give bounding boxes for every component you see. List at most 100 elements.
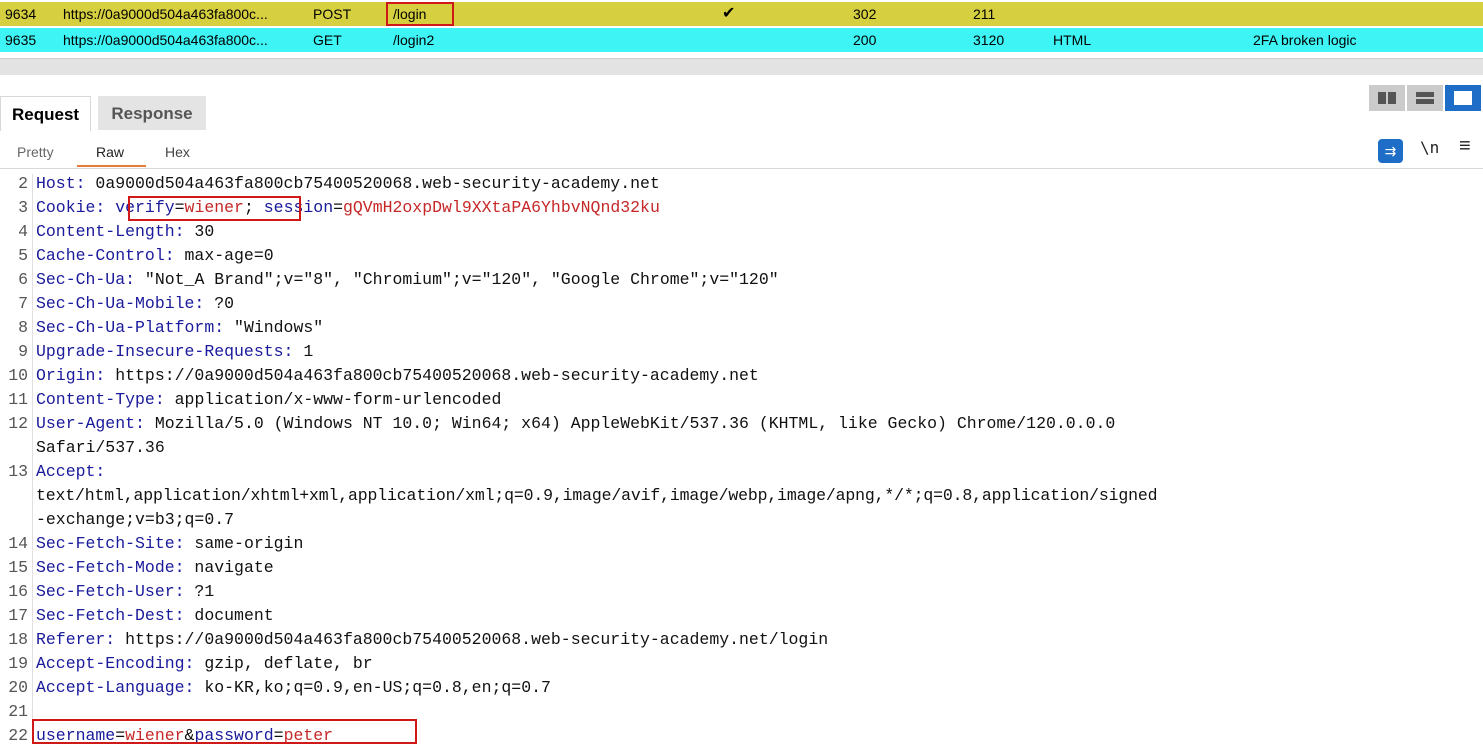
code-line: 10 Origin: https://0a9000d504a463fa800cb…: [0, 366, 1483, 390]
code-line: 15 Sec-Fetch-Mode: navigate: [0, 558, 1483, 582]
line-number: 20: [8, 678, 28, 697]
header-value: 0a9000d504a463fa800cb75400520068.web-sec…: [85, 174, 660, 193]
line-number: 11: [8, 390, 28, 409]
show-newlines-button[interactable]: \n: [1420, 138, 1439, 157]
header-value: "Windows": [224, 318, 324, 337]
line-number: 16: [8, 582, 28, 601]
code-line: 9 Upgrade-Insecure-Requests: 1: [0, 342, 1483, 366]
menu-icon[interactable]: ≡: [1459, 135, 1471, 158]
line-number: 17: [8, 606, 28, 625]
pane-splitter[interactable]: [0, 58, 1483, 75]
row-path: /login2: [393, 32, 435, 48]
subtab-pretty[interactable]: Pretty: [17, 144, 54, 160]
line-number: 5: [18, 246, 28, 265]
header-value: text/html,application/xhtml+xml,applicat…: [36, 486, 1158, 505]
line-number: 21: [8, 702, 28, 721]
row-length: 211: [973, 6, 996, 22]
line-number: 19: [8, 654, 28, 673]
header-value: 1: [293, 342, 314, 361]
header-key: Cookie:: [36, 198, 106, 217]
header-key: Host:: [36, 174, 86, 193]
header-value: "Not_A Brand";v="8", "Chromium";v="120",…: [135, 270, 779, 289]
code-line: 20 Accept-Language: ko-KR,ko;q=0.9,en-US…: [0, 678, 1483, 702]
subtab-raw[interactable]: Raw: [96, 144, 124, 160]
header-value: max-age=0: [174, 246, 274, 265]
cookie-eq: =: [333, 198, 343, 217]
row-method: POST: [313, 6, 352, 22]
header-value: ?0: [204, 294, 235, 313]
code-line: 2 Host: 0a9000d504a463fa800cb75400520068…: [0, 174, 1483, 198]
history-row-9634[interactable]: 9634 https://0a9000d504a463fa800c... POS…: [0, 2, 1483, 26]
active-subtab-indicator: [77, 165, 146, 167]
split-vertical-icon[interactable]: [1407, 85, 1443, 111]
header-key: Sec-Ch-Ua:: [36, 270, 136, 289]
code-line: 13 Accept: text/html,application/xhtml+x…: [0, 462, 1483, 534]
line-number: 18: [8, 630, 28, 649]
line-number: 15: [8, 558, 28, 577]
code-line: 8 Sec-Ch-Ua-Platform: "Windows": [0, 318, 1483, 342]
header-key: Sec-Fetch-User:: [36, 582, 185, 601]
line-number: 3: [18, 198, 28, 217]
header-value: navigate: [184, 558, 274, 577]
edited-check-icon: ✔: [722, 5, 736, 22]
code-line: 7 Sec-Ch-Ua-Mobile: ?0: [0, 294, 1483, 318]
header-value-wrapped: -exchange;v=b3;q=0.7: [36, 510, 235, 529]
cookie-verify-highlight: [128, 196, 301, 221]
history-row-9635[interactable]: 9635 https://0a9000d504a463fa800c... GET…: [0, 28, 1483, 52]
line-number: 12: [8, 414, 28, 433]
row-status: 200: [853, 32, 877, 48]
layout-toggle-group: [1367, 85, 1481, 113]
row-mime: HTML: [1053, 32, 1092, 48]
code-line: 12 User-Agent: Mozilla/5.0 (Windows NT 1…: [0, 414, 1483, 462]
code-line: 6 Sec-Ch-Ua: "Not_A Brand";v="8", "Chrom…: [0, 270, 1483, 294]
single-pane-icon[interactable]: [1445, 85, 1481, 111]
split-horizontal-icon[interactable]: [1369, 85, 1405, 111]
code-line: 14 Sec-Fetch-Site: same-origin: [0, 534, 1483, 558]
header-key: Referer:: [36, 630, 116, 649]
header-key: Sec-Fetch-Dest:: [36, 606, 185, 625]
row-id: 9634: [5, 6, 37, 22]
code-line: 18 Referer: https://0a9000d504a463fa800c…: [0, 630, 1483, 654]
row-status: 302: [853, 6, 877, 22]
header-key: Origin:: [36, 366, 106, 385]
row-method: GET: [313, 32, 342, 48]
row-length: 3120: [973, 32, 1005, 48]
header-key: Accept-Language:: [36, 678, 195, 697]
body-credentials-highlight: [32, 719, 417, 744]
cookie-value-session: gQVmH2oxpDwl9XXtaPA6YhbvNQnd32ku: [343, 198, 660, 217]
line-number: 7: [18, 294, 28, 313]
header-value: 30: [184, 222, 215, 241]
row-id: 9635: [5, 32, 37, 48]
header-value: same-origin: [184, 534, 304, 553]
code-line: 17 Sec-Fetch-Dest: document: [0, 606, 1483, 630]
header-value: https://0a9000d504a463fa800cb75400520068…: [105, 366, 759, 385]
code-line: 4 Content-Length: 30: [0, 222, 1483, 246]
code-line: 11 Content-Type: application/x-www-form-…: [0, 390, 1483, 414]
header-value: Mozilla/5.0 (Windows NT 10.0; Win64; x64…: [144, 414, 1116, 433]
header-key: Sec-Fetch-Mode:: [36, 558, 185, 577]
line-number: 8: [18, 318, 28, 337]
header-value: gzip, deflate, br: [194, 654, 373, 673]
code-line: 16 Sec-Fetch-User: ?1: [0, 582, 1483, 606]
wrap-lines-icon[interactable]: ⇉: [1378, 139, 1403, 163]
header-key: Accept-Encoding:: [36, 654, 195, 673]
tab-response[interactable]: Response: [98, 96, 206, 130]
header-value-wrapped: Safari/537.36: [36, 438, 165, 457]
header-value: ko-KR,ko;q=0.9,en-US;q=0.8,en;q=0.7: [194, 678, 551, 697]
line-number: 10: [8, 366, 28, 385]
row-title: 2FA broken logic: [1253, 32, 1357, 48]
line-number: 22: [8, 726, 28, 745]
header-key: Cache-Control:: [36, 246, 175, 265]
subtab-hex[interactable]: Hex: [165, 144, 190, 160]
line-number: 2: [18, 174, 28, 193]
header-value: application/x-www-form-urlencoded: [164, 390, 502, 409]
tab-request[interactable]: Request: [0, 96, 92, 131]
header-key: User-Agent:: [36, 414, 145, 433]
line-number: 9: [18, 342, 28, 361]
header-key: Sec-Ch-Ua-Platform:: [36, 318, 225, 337]
header-value: https://0a9000d504a463fa800cb75400520068…: [115, 630, 829, 649]
header-key: Sec-Ch-Ua-Mobile:: [36, 294, 205, 313]
row-url: https://0a9000d504a463fa800c...: [63, 6, 268, 22]
code-line: 19 Accept-Encoding: gzip, deflate, br: [0, 654, 1483, 678]
